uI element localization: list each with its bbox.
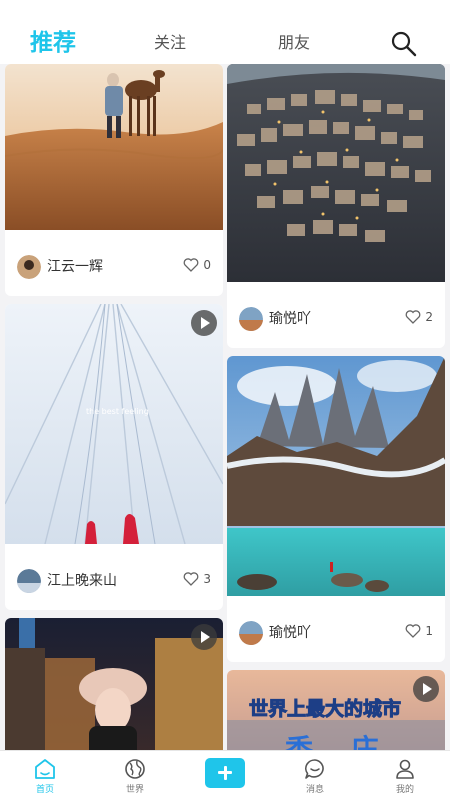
avatar[interactable] bbox=[239, 621, 263, 645]
card-cover-image[interactable] bbox=[227, 64, 445, 282]
nav-profile-label: 我的 bbox=[395, 785, 414, 795]
nav-home[interactable]: 首页 bbox=[15, 751, 75, 800]
user-icon bbox=[396, 759, 414, 779]
card-cover-video[interactable]: the best feeling bbox=[5, 304, 223, 544]
video-caption-partial: 香 庄 bbox=[285, 733, 393, 750]
chat-icon bbox=[305, 759, 324, 779]
like-button[interactable]: 2 bbox=[405, 310, 433, 324]
feed-card[interactable] bbox=[5, 618, 223, 750]
like-count: 1 bbox=[425, 624, 433, 638]
nav-messages-label: 消息 bbox=[305, 785, 324, 795]
avatar[interactable] bbox=[17, 255, 41, 279]
waterfall-feed[interactable]: 江云一辉 0 the best feeling 江上晚来山 3 瑜悦吖 2 瑜悦… bbox=[0, 64, 450, 750]
avatar[interactable] bbox=[239, 307, 263, 331]
feed-card[interactable]: the best feeling 江上晚来山 3 bbox=[5, 304, 223, 610]
card-cover-video[interactable]: 世界上最大的城市 香 庄 bbox=[227, 670, 445, 750]
like-button[interactable]: 1 bbox=[405, 624, 433, 638]
feed-card[interactable]: 江云一辉 0 bbox=[5, 64, 223, 296]
like-button[interactable]: 0 bbox=[183, 258, 211, 272]
heart-icon bbox=[183, 258, 199, 272]
like-count: 0 bbox=[203, 258, 211, 272]
username[interactable]: 江上晚来山 bbox=[47, 570, 117, 590]
feed-card[interactable]: 瑜悦吖 1 bbox=[227, 356, 445, 662]
heart-icon bbox=[405, 624, 421, 638]
tab-follow[interactable]: 关注 bbox=[154, 0, 186, 64]
video-caption: 世界上最大的城市 bbox=[248, 698, 402, 721]
feed-card[interactable]: 世界上最大的城市 香 庄 bbox=[227, 670, 445, 750]
username[interactable]: 江云一辉 bbox=[47, 256, 103, 276]
nav-profile[interactable]: 我的 bbox=[375, 751, 435, 800]
search-icon[interactable] bbox=[390, 30, 418, 58]
add-post-button[interactable] bbox=[205, 758, 245, 788]
username[interactable]: 瑜悦吖 bbox=[269, 308, 311, 328]
bottom-navigation: 首页 世界 消息 我的 bbox=[0, 750, 450, 800]
like-count: 2 bbox=[425, 310, 433, 324]
card-meta: 江云一辉 0 bbox=[5, 230, 223, 296]
username[interactable]: 瑜悦吖 bbox=[269, 622, 311, 642]
avatar[interactable] bbox=[17, 569, 41, 593]
video-overlay-text: the best feeling bbox=[86, 407, 149, 416]
top-tab-bar: 推荐 关注 朋友 bbox=[0, 0, 450, 64]
card-cover-image[interactable] bbox=[5, 64, 223, 230]
tab-friends[interactable]: 朋友 bbox=[278, 0, 310, 64]
nav-messages[interactable]: 消息 bbox=[285, 751, 345, 800]
card-meta: 瑜悦吖 2 bbox=[227, 282, 445, 348]
like-button[interactable]: 3 bbox=[183, 572, 211, 586]
nav-home-label: 首页 bbox=[35, 785, 54, 795]
app-screen: 推荐 关注 朋友 江云一辉 0 the best feeling 江上晚来山 3… bbox=[0, 0, 450, 800]
tab-recommend[interactable]: 推荐 bbox=[30, 0, 76, 64]
nav-world[interactable]: 世界 bbox=[105, 751, 165, 800]
card-cover-image[interactable] bbox=[227, 356, 445, 596]
like-count: 3 bbox=[203, 572, 211, 586]
card-meta: 瑜悦吖 1 bbox=[227, 596, 445, 662]
play-icon[interactable] bbox=[413, 676, 439, 702]
card-cover-video[interactable] bbox=[5, 618, 223, 750]
heart-icon bbox=[183, 572, 199, 586]
heart-icon bbox=[405, 310, 421, 324]
nav-world-label: 世界 bbox=[125, 785, 144, 795]
globe-icon bbox=[125, 759, 145, 779]
feed-card[interactable]: 瑜悦吖 2 bbox=[227, 64, 445, 348]
home-icon bbox=[35, 759, 55, 779]
card-meta: 江上晚来山 3 bbox=[5, 544, 223, 610]
play-icon[interactable] bbox=[191, 310, 217, 336]
play-icon[interactable] bbox=[191, 624, 217, 650]
